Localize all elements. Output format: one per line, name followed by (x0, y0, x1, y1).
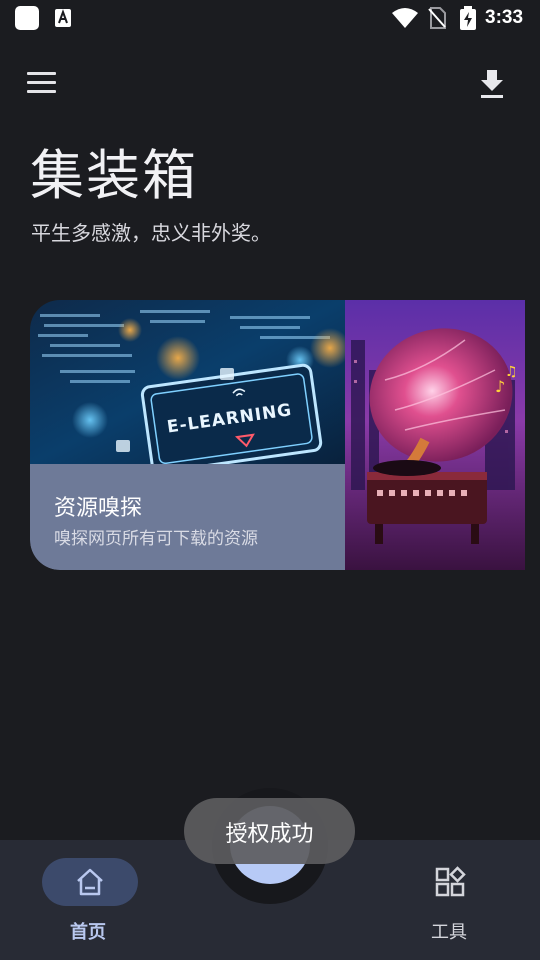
nav-item-home[interactable] (42, 858, 138, 906)
status-time: 3:33 (485, 7, 524, 28)
menu-icon-line (27, 90, 56, 93)
nav-item-home-label[interactable]: 首页 (70, 918, 106, 944)
svg-text:♪: ♪ (495, 377, 505, 396)
nav-item-tools-label[interactable]: 工具 (431, 918, 467, 944)
download-icon[interactable] (478, 68, 506, 100)
card-body: 资源嗅探 嗅探网页所有可下载的资源 (30, 464, 345, 570)
no-sim-icon (428, 7, 446, 29)
menu-icon-line (27, 72, 56, 75)
page-subtitle: 平生多感激，忠义非外奖。 (31, 221, 271, 245)
app-square-icon (15, 6, 39, 30)
wifi-icon (392, 8, 418, 28)
card-image-elearning: E-LEARNING (30, 300, 345, 464)
card-title: 资源嗅探 (54, 496, 143, 521)
card-description: 嗅探网页所有可下载的资源 (54, 529, 258, 549)
status-bar: 3:33 (0, 0, 540, 36)
battery-charging-icon (460, 6, 476, 30)
toast-text: 授权成功 (225, 822, 314, 847)
page-title: 集装箱 (30, 144, 198, 207)
tools-grid-icon[interactable] (434, 866, 466, 898)
card-main[interactable]: E-LEARNING 资源嗅探 嗅探网页所有可下载的资源 (30, 300, 345, 570)
menu-button[interactable] (27, 72, 57, 96)
toast: 授权成功 (184, 798, 355, 864)
menu-icon-line (27, 81, 56, 84)
svg-text:♫: ♫ (505, 364, 518, 380)
card-image-gramophone[interactable]: ♪ ♫ (345, 300, 525, 570)
text-a-icon (55, 9, 71, 27)
resource-sniffer-card[interactable]: E-LEARNING 资源嗅探 嗅探网页所有可下载的资源 ♪ ♫ (30, 300, 525, 570)
home-icon (77, 868, 103, 896)
